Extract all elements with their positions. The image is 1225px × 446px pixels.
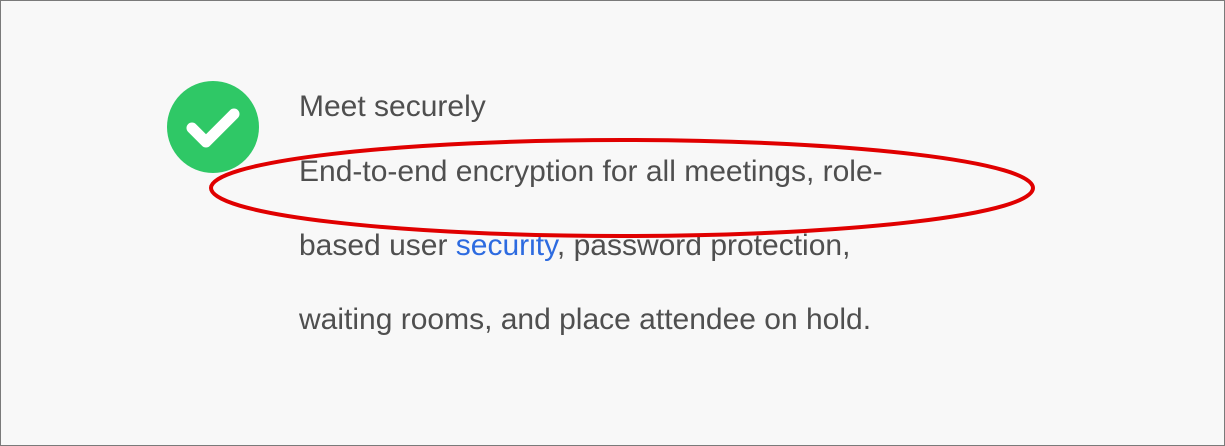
description-line-1: End-to-end encryption for all meetings, … (299, 155, 883, 188)
security-link[interactable]: security (456, 229, 557, 262)
description-line-2: based user security, password protection… (299, 221, 1199, 295)
description-line-2-prefix: based user (299, 229, 456, 262)
check-circle-icon (167, 81, 259, 173)
description-line-2-suffix: , password protection, (556, 229, 851, 262)
checkmark-icon (186, 108, 240, 148)
feature-card: Meet securely End-to-end encryption for … (0, 0, 1225, 446)
description-line-3: waiting rooms, and place attendee on hol… (299, 303, 872, 336)
feature-title: Meet securely (299, 90, 486, 123)
feature-content: Meet securely End-to-end encryption for … (299, 77, 1199, 369)
